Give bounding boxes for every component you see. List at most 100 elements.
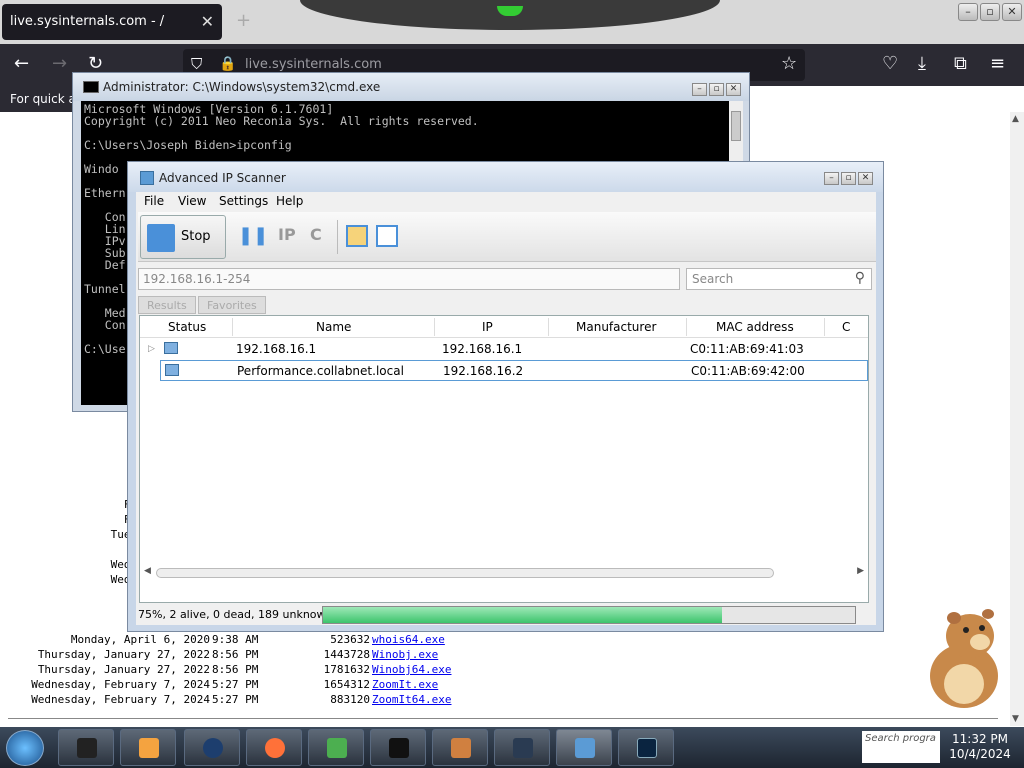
extensions-icon[interactable]: ⧉ — [954, 54, 967, 74]
browser-tab-strip: live.sysinternals.com - / ✕ + – ▫ ✕ — [0, 0, 1024, 44]
cmd-maximize-button[interactable]: ▫ — [709, 83, 724, 96]
search-programs-box[interactable]: Search progra — [862, 731, 940, 763]
scroll-right-icon[interactable]: ▶ — [857, 566, 864, 576]
results-table: Status Name IP Manufacturer MAC address … — [139, 315, 869, 603]
url-text: live.sysinternals.com — [245, 57, 382, 72]
listing-date: Thursday, January 27, 2022 — [37, 648, 210, 661]
listing-file-link[interactable]: Winobj64.exe — [372, 663, 451, 676]
menu-help[interactable]: Help — [276, 194, 303, 208]
scanner-title-bar[interactable]: Advanced IP Scanner — [128, 162, 883, 192]
minimize-button[interactable]: – — [958, 3, 978, 21]
decorative-swoosh — [300, 0, 720, 30]
subnet-c-button[interactable]: C — [310, 225, 322, 244]
scanner-close-button[interactable]: ✕ — [858, 172, 873, 185]
pocket-icon[interactable]: ♡ — [882, 54, 898, 74]
cmd-minimize-button[interactable]: – — [692, 83, 707, 96]
start-button[interactable] — [6, 730, 44, 766]
cmd-title: Administrator: C:\Windows\system32\cmd.e… — [103, 80, 381, 94]
url-host: live.sysinternals.com — [245, 57, 382, 72]
taskbar-clock[interactable]: 11:32 PM 10/4/2024 — [946, 732, 1014, 762]
taskbar-app-button[interactable] — [308, 729, 364, 766]
listing-time: 8:56 PM — [212, 663, 259, 676]
col-manufacturer[interactable]: Manufacturer — [576, 320, 656, 334]
scanner-title: Advanced IP Scanner — [159, 171, 286, 185]
back-arrow-icon[interactable]: ← — [14, 54, 29, 74]
listing-size: 1443728 — [323, 648, 370, 661]
menu-view[interactable]: View — [178, 194, 206, 208]
cell-ip: 192.168.16.1 — [442, 342, 523, 356]
listing-file-link[interactable]: ZoomIt.exe — [372, 678, 438, 691]
col-mac[interactable]: MAC address — [716, 320, 794, 334]
search-icon[interactable]: ⚲ — [855, 270, 865, 286]
col-ip[interactable]: IP — [482, 320, 493, 334]
tab-favorites[interactable]: Favorites — [198, 296, 266, 314]
taskbar-cmd-button[interactable] — [58, 729, 114, 766]
menu-settings[interactable]: Settings — [219, 194, 268, 208]
listing-size: 1781632 — [323, 663, 370, 676]
cmd-title-bar[interactable]: Administrator: C:\Windows\system32\cmd.e… — [73, 73, 749, 101]
listing-row: Wednesday, February 7, 2024 5:27 PM 883120… — [0, 693, 600, 708]
ip-range-input[interactable]: 192.168.16.1-254 — [138, 268, 680, 290]
list-view-icon[interactable] — [376, 225, 398, 247]
menu-file[interactable]: File — [144, 194, 164, 208]
status-bar: 75%, 2 alive, 0 dead, 189 unknown — [136, 604, 876, 626]
table-horizontal-scrollbar[interactable]: ◀ ▶ — [142, 566, 866, 580]
col-status[interactable]: Status — [168, 320, 206, 334]
menu-icon[interactable]: ≡ — [990, 54, 1005, 74]
table-row[interactable]: Performance.collabnet.local 192.168.16.2 C… — [160, 360, 868, 381]
col-comments[interactable]: C — [842, 320, 850, 334]
reload-icon[interactable]: ↻ — [88, 54, 103, 74]
bookmark-star-icon[interactable]: ☆ — [781, 54, 797, 74]
close-window-button[interactable]: ✕ — [1002, 3, 1022, 21]
cell-mac: C0:11:AB:69:41:03 — [690, 342, 804, 356]
expand-row-icon[interactable]: ▷ — [148, 344, 155, 354]
taskbar-squirrel-button[interactable] — [432, 729, 488, 766]
scroll-up-icon[interactable]: ▲ — [1012, 114, 1019, 124]
scroll-down-icon[interactable]: ▼ — [1012, 714, 1019, 724]
cell-ip: 192.168.16.2 — [443, 364, 524, 378]
table-row[interactable]: 192.168.16.1 192.168.16.1 C0:11:AB:69:41:0… — [160, 339, 868, 360]
scanner-minimize-button[interactable]: – — [824, 172, 839, 185]
listing-file-link[interactable]: Winobj.exe — [372, 648, 438, 661]
cmd-close-button[interactable]: ✕ — [726, 83, 741, 96]
taskbar-media-button[interactable] — [120, 729, 176, 766]
listing-date: Wednesday, February 7, 2024 — [31, 693, 210, 706]
cell-mac: C0:11:AB:69:42:00 — [691, 364, 805, 378]
taskbar-remote-button[interactable] — [494, 729, 550, 766]
ip-scanner-window[interactable]: Advanced IP Scanner – ▫ ✕ File View Sett… — [127, 161, 884, 632]
listing-size: 1654312 — [323, 678, 370, 691]
scanner-maximize-button[interactable]: ▫ — [841, 172, 856, 185]
listing-file-link[interactable]: ZoomIt64.exe — [372, 693, 451, 706]
listing-file-link[interactable]: whois64.exe — [372, 633, 445, 646]
menu-bar: File View Settings Help — [136, 192, 876, 212]
taskbar-globe-button[interactable] — [184, 729, 240, 766]
scroll-thumb[interactable] — [156, 568, 774, 578]
taskbar-monitor-button[interactable] — [618, 729, 674, 766]
tab-results[interactable]: Results — [138, 296, 196, 314]
lock-icon[interactable]: 🔒 — [219, 54, 236, 74]
shield-icon[interactable]: ⛉ — [191, 54, 202, 74]
taskbar-firefox-button[interactable] — [246, 729, 302, 766]
ip-subnet-button[interactable]: IP — [278, 225, 296, 244]
stop-button[interactable]: Stop — [140, 215, 226, 259]
network-view-icon[interactable] — [346, 225, 368, 247]
table-header: Status Name IP Manufacturer MAC address … — [140, 316, 868, 338]
browser-tab-active[interactable]: live.sysinternals.com - / ✕ — [2, 4, 222, 40]
restore-button[interactable]: ▫ — [980, 3, 1000, 21]
page-scrollbar[interactable]: ▲ ▼ — [1010, 112, 1024, 726]
tab-close-icon[interactable]: ✕ — [201, 12, 214, 31]
pause-icon[interactable]: ❚❚ — [238, 225, 268, 246]
downloads-icon[interactable]: ⤓ — [918, 54, 926, 74]
scroll-left-icon[interactable]: ◀ — [144, 566, 151, 576]
cmd-icon — [83, 81, 99, 93]
computer-icon — [164, 342, 178, 354]
col-name[interactable]: Name — [316, 320, 351, 334]
hamster-mascot-image — [930, 609, 998, 708]
search-input[interactable]: Search ⚲ — [686, 268, 872, 290]
cell-name: 192.168.16.1 — [236, 342, 317, 356]
taskbar-ip-scanner-button[interactable] — [556, 729, 612, 766]
taskbar-terminal-button[interactable] — [370, 729, 426, 766]
forward-arrow-icon[interactable]: → — [52, 54, 67, 74]
scanner-window-controls: – ▫ ✕ — [824, 172, 873, 185]
new-tab-icon[interactable]: + — [236, 10, 251, 31]
